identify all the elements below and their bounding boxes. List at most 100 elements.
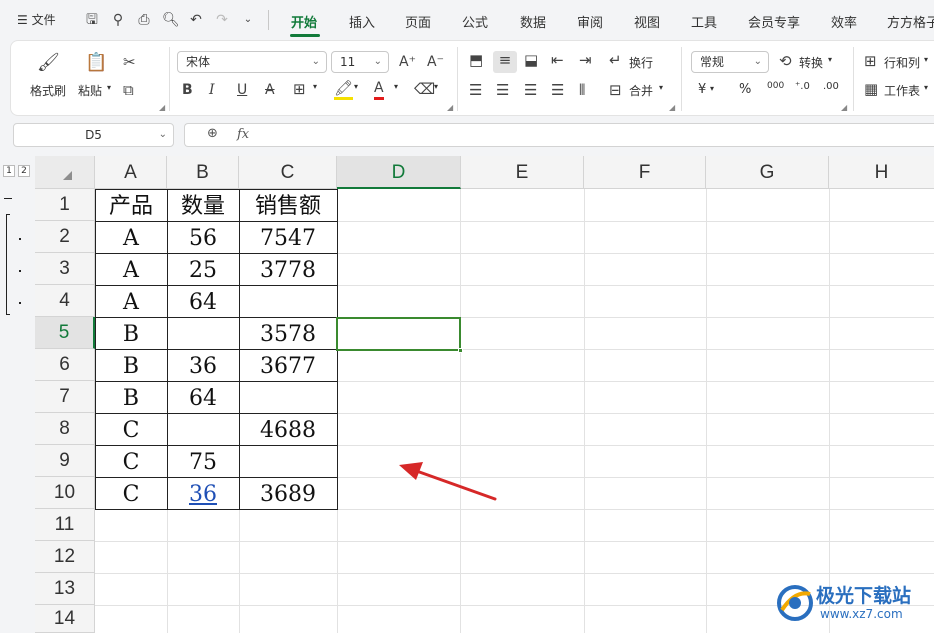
outline-level-1-button[interactable]: 1 [3, 165, 15, 177]
tab-fangfang[interactable]: 方方格子 [887, 12, 934, 31]
row-header-10[interactable]: 10 [35, 477, 95, 509]
chevron-down-icon[interactable]: ▾ [659, 83, 663, 92]
rows-cols-icon[interactable]: ⊞ [864, 52, 877, 70]
font-size-select[interactable]: 11 ⌄ [331, 51, 389, 73]
cell-c5[interactable]: 3578 [239, 319, 337, 351]
tab-insert[interactable]: 插入 [349, 12, 375, 31]
font-launcher-icon[interactable]: ◢ [447, 103, 453, 112]
format-painter-icon[interactable]: 🖌 [37, 54, 60, 72]
chevron-down-icon[interactable]: ⌄ [240, 11, 256, 29]
cell-b6[interactable]: 36 [167, 351, 239, 383]
cell-c2[interactable]: 7547 [239, 223, 337, 255]
zoom-icon[interactable]: ⊕ [207, 126, 218, 141]
rows-cols-button[interactable]: 行和列 [884, 54, 920, 71]
underline-button[interactable]: U [237, 81, 247, 99]
chevron-down-icon[interactable]: ▾ [924, 55, 928, 64]
distribute-icon[interactable]: ⫴ [579, 81, 585, 99]
save-icon[interactable]: 🖫 [84, 11, 100, 29]
chevron-down-icon[interactable]: ▾ [354, 82, 358, 91]
cell-b4[interactable]: 64 [167, 287, 239, 319]
row-header-5[interactable]: 5 [35, 317, 95, 349]
chevron-down-icon[interactable]: ▾ [394, 82, 398, 91]
row-header-7[interactable]: 7 [35, 381, 95, 413]
format-painter-button[interactable]: 格式刷 [30, 82, 66, 99]
cell-c8[interactable]: 4688 [239, 415, 337, 447]
cell-c3[interactable]: 3778 [239, 255, 337, 287]
print-icon[interactable]: ⎙ [136, 11, 152, 29]
cell-a8[interactable]: C [95, 415, 167, 447]
justify-icon[interactable]: ☰ [551, 81, 564, 99]
alignment-launcher-icon[interactable]: ◢ [669, 103, 675, 112]
decrease-decimal-button[interactable]: .00 [823, 81, 839, 92]
row-header-4[interactable]: 4 [35, 285, 95, 317]
cell-a4[interactable]: A [95, 287, 167, 319]
tab-formulas[interactable]: 公式 [462, 12, 488, 31]
column-header-h[interactable]: H [829, 156, 934, 189]
tab-review[interactable]: 审阅 [577, 12, 603, 31]
thousands-separator-button[interactable]: 000 [767, 81, 784, 91]
column-header-c[interactable]: C [239, 156, 337, 189]
undo-icon[interactable]: ↶ [188, 11, 204, 29]
chevron-down-icon[interactable]: ▾ [710, 84, 714, 93]
row-header-8[interactable]: 8 [35, 413, 95, 445]
wrap-text-icon[interactable]: ↵ [609, 51, 622, 69]
cell-b10[interactable]: 36 [167, 479, 239, 511]
column-header-b[interactable]: B [167, 156, 239, 189]
strikethrough-button[interactable]: A [265, 81, 275, 99]
column-header-e[interactable]: E [461, 156, 584, 189]
font-name-select[interactable]: 宋体 ⌄ [177, 51, 327, 73]
highlight-color-icon[interactable]: 🖍 [334, 79, 354, 100]
name-box[interactable]: D5 ⌄ [13, 123, 174, 147]
cut-icon[interactable]: ✂ [123, 53, 136, 71]
row-header-13[interactable]: 13 [35, 573, 95, 605]
chevron-down-icon[interactable]: ▾ [107, 83, 111, 92]
clipboard-launcher-icon[interactable]: ◢ [159, 103, 165, 112]
copy-icon[interactable]: ⧉ [123, 81, 134, 99]
tab-data[interactable]: 数据 [520, 12, 546, 31]
cell-a3[interactable]: A [95, 255, 167, 287]
outline-level-2-button[interactable]: 2 [18, 165, 30, 177]
row-header-1[interactable]: 1 [35, 189, 95, 221]
increase-decimal-button[interactable]: ⁺.0 [795, 81, 810, 92]
row-header-9[interactable]: 9 [35, 445, 95, 477]
border-icon[interactable]: ⊞ [293, 80, 306, 98]
align-right-icon[interactable]: ☰ [524, 81, 537, 99]
number-launcher-icon[interactable]: ◢ [841, 103, 847, 112]
shrink-font-icon[interactable]: A⁻ [427, 53, 444, 71]
row-header-11[interactable]: 11 [35, 509, 95, 541]
cell-a7[interactable]: B [95, 383, 167, 415]
select-all-corner[interactable] [35, 156, 95, 189]
number-format-select[interactable]: 常规 ⌄ [691, 51, 769, 73]
tab-member[interactable]: 会员专享 [748, 12, 800, 31]
chevron-down-icon[interactable]: ▾ [828, 55, 832, 64]
function-icon[interactable]: fx [237, 127, 249, 142]
cell-b1[interactable]: 数量 [167, 191, 239, 223]
worksheet-button[interactable]: 工作表 [884, 82, 920, 99]
cell-b2[interactable]: 56 [167, 223, 239, 255]
fill-handle[interactable] [458, 348, 463, 353]
tab-home[interactable]: 开始 [291, 12, 317, 31]
paste-icon[interactable]: 📋 [85, 54, 107, 72]
row-header-12[interactable]: 12 [35, 541, 95, 573]
formula-input[interactable]: ⊕ fx [184, 123, 934, 147]
align-bottom-icon[interactable]: ⬓ [524, 51, 538, 69]
convert-icon[interactable]: ⟲ [779, 52, 792, 70]
worksheet-icon[interactable]: ▦ [864, 80, 878, 98]
chevron-down-icon[interactable]: ▾ [434, 82, 438, 91]
row-header-6[interactable]: 6 [35, 349, 95, 381]
column-header-d[interactable]: D [337, 156, 461, 189]
tab-page[interactable]: 页面 [405, 12, 431, 31]
print-preview-icon[interactable]: 🔍︎ [162, 11, 180, 29]
file-menu[interactable]: ☰ 文件 [17, 11, 56, 28]
cell-a5[interactable]: B [95, 319, 167, 351]
align-center-icon[interactable]: ☰ [496, 81, 509, 99]
tab-view[interactable]: 视图 [634, 12, 660, 31]
chevron-down-icon[interactable]: ▾ [313, 82, 317, 91]
eraser-icon[interactable]: ⌫ [414, 80, 435, 98]
cell-c10[interactable]: 3689 [239, 479, 337, 511]
share-icon[interactable]: ⚲ [110, 11, 126, 29]
cell-b9[interactable]: 75 [167, 447, 239, 479]
currency-button[interactable]: ¥ [698, 82, 706, 97]
decrease-indent-icon[interactable]: ⇤ [551, 51, 564, 69]
column-header-a[interactable]: A [95, 156, 167, 189]
